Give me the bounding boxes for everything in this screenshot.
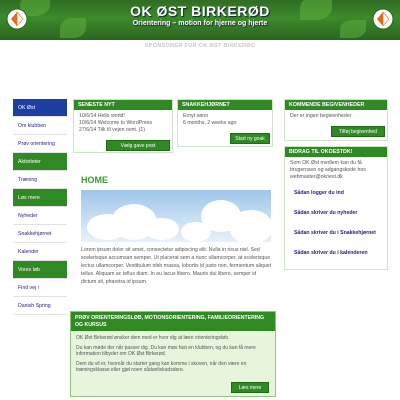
try-orienteering-box: PRØV ORIENTERINGSLØB, MOTIONSORIENTERING… [70, 311, 276, 397]
sidebar-item-vores-loeb[interactable]: Vores løb [13, 261, 67, 279]
contribute-box-title: BIDRAG TIL OKOESTDK! [285, 147, 387, 157]
sidebar-item-find-vej[interactable]: Find vej i [13, 279, 67, 297]
sidebar-item-danish-spring[interactable]: Danish Spring [13, 297, 67, 315]
promo-title: PRØV ORIENTERINGSLØB, MOTIONSORIENTERING… [71, 312, 275, 331]
site-subtitle: Orientering – motion for hjerne og hjert… [132, 20, 268, 27]
contribute-intro: Som OK Øst medlem kan du få brugernavn o… [290, 160, 366, 180]
news-item[interactable]: 27/6/14 Tilk til vejen ovnt. (1) [79, 127, 167, 134]
site-title[interactable]: OK ØST BIRKERØD [0, 3, 400, 19]
howto-link[interactable]: Sådan skriver du i Snakkehjørnet [294, 230, 382, 237]
howto-link[interactable]: Sådan skriver du nyheder [294, 210, 382, 217]
choose-post-button[interactable]: Vælg gave post [106, 140, 170, 151]
promo-paragraph: Dem du vil er, hvornår du starter gang k… [76, 360, 247, 374]
howto-link[interactable]: Sådan skriver du i kalenderen [294, 250, 382, 257]
sidebar-item-aktiviteter[interactable]: Aktiviteter [13, 153, 67, 171]
sidebar-item-om-klubben[interactable]: Om klubben [13, 117, 67, 135]
events-box-title: KOMMENDE BEGIVENHEDER [285, 100, 387, 110]
add-event-button[interactable]: Tilføj begivenhed [331, 126, 385, 137]
promo-paragraph: Du kan møde der når passer dig. Du kan m… [76, 344, 256, 358]
news-box-title: SENESTE NYT [74, 100, 172, 110]
news-item[interactable]: 10/6/14 Welcome to WordPress [79, 120, 167, 127]
sidebar-item-proev-orientering[interactable]: Prøv orientering [13, 135, 67, 153]
chat-box-title: SNAKKEHJØRNET [178, 100, 272, 110]
hero-image [81, 190, 271, 242]
sponsor-banner[interactable]: SPONSORER FOR OK ØST BIRKERØD [0, 43, 400, 49]
news-item[interactable]: 10/6/14 Hello world! [79, 113, 167, 120]
sidebar-nav: OK Øst Om klubben Prøv orientering Aktiv… [13, 99, 67, 315]
page-title: HOME [81, 175, 108, 185]
intro-paragraph: Lorem ipsum dolor sit amet, consectetur … [81, 247, 272, 285]
sidebar-item-kalender[interactable]: Kalender [13, 243, 67, 261]
events-box: KOMMENDE BEGIVENHEDER Der er ingen begiv… [284, 99, 388, 141]
sidebar-item-loes-mere[interactable]: Løs mere [13, 189, 67, 207]
sidebar-item-nyheder[interactable]: Nyheder [13, 207, 67, 225]
chat-item[interactable]: Ernyt søno [183, 113, 267, 120]
site-header: OK ØST BIRKERØD Orientering – motion for… [0, 0, 400, 40]
news-box: SENESTE NYT 10/6/14 Hello world! 10/6/14… [73, 99, 173, 153]
read-more-button[interactable]: Læs mere [231, 382, 269, 393]
start-chat-button[interactable]: Start ny goak [230, 133, 270, 144]
contribute-box: BIDRAG TIL OKOESTDK! Som OK Øst medlem k… [284, 146, 388, 270]
sidebar-item-snakkehjoernet[interactable]: Snakkehjørnet [13, 225, 67, 243]
chat-item: 6 months, 2 weeks ago [183, 119, 237, 126]
sidebar-item-traening[interactable]: Træning [13, 171, 67, 189]
sidebar-item-ok-oest[interactable]: OK Øst [13, 99, 67, 117]
chat-box: SNAKKEHJØRNET Ernyt søno 6 months, 2 wee… [177, 99, 273, 147]
events-empty-text: Der er ingen begivenheder [290, 113, 352, 119]
howto-link[interactable]: Sådan logger du ind [294, 190, 382, 197]
promo-paragraph: OK Øst Birkerød ønsker dem med er hvor d… [76, 335, 230, 341]
